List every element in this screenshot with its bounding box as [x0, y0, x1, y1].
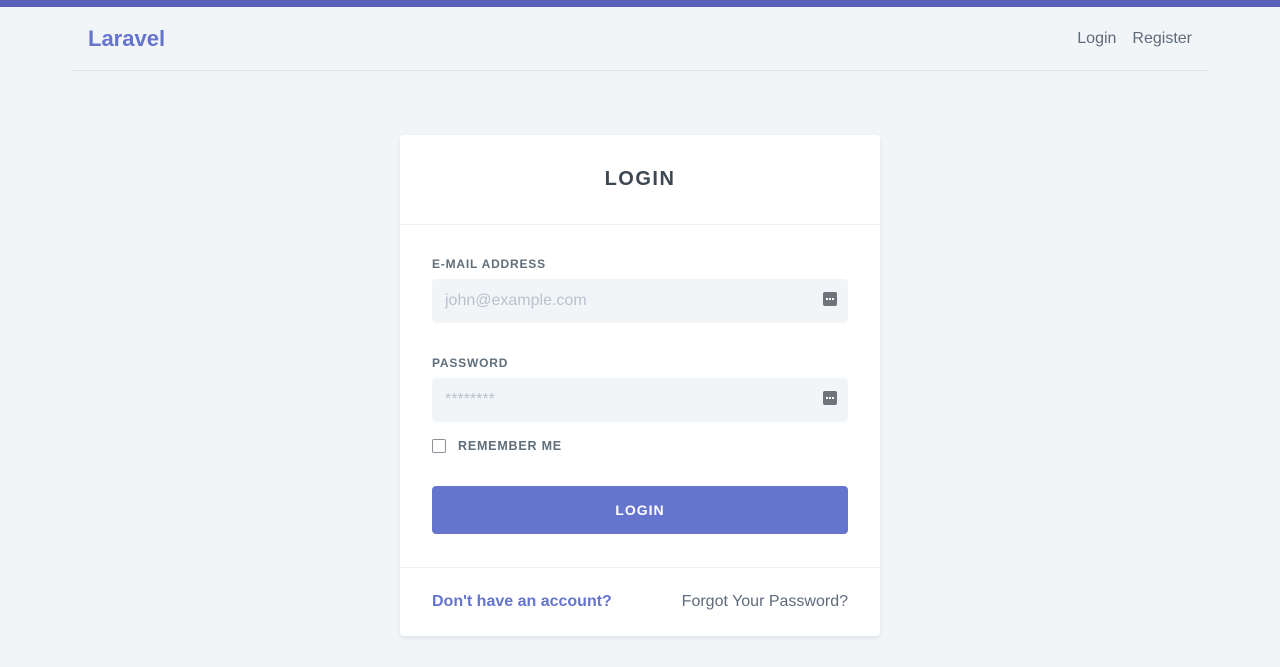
nav-links: Login Register: [1077, 30, 1192, 48]
login-card: LOGIN E-MAIL ADDRESS PASSWORD REMEMBER M…: [400, 135, 880, 636]
card-footer: Don't have an account? Forgot Your Passw…: [400, 567, 880, 636]
password-group: PASSWORD: [432, 356, 848, 422]
password-manager-key-icon[interactable]: [823, 391, 837, 405]
nav-register-link[interactable]: Register: [1132, 30, 1192, 48]
password-manager-key-icon[interactable]: [823, 292, 837, 306]
password-input-wrapper: [432, 378, 848, 422]
card-body: E-MAIL ADDRESS PASSWORD REMEMBER ME LOGI…: [400, 225, 880, 534]
remember-me-row: REMEMBER ME: [432, 439, 848, 453]
nav-login-link[interactable]: Login: [1077, 30, 1116, 48]
email-input-wrapper: [432, 279, 848, 323]
login-submit-button[interactable]: LOGIN: [432, 486, 848, 534]
password-label: PASSWORD: [432, 356, 509, 370]
email-group: E-MAIL ADDRESS: [432, 257, 848, 323]
register-link[interactable]: Don't have an account?: [432, 593, 612, 611]
top-accent-bar: [0, 0, 1280, 7]
page-title: LOGIN: [604, 168, 676, 190]
remember-me-checkbox[interactable]: [432, 439, 446, 453]
password-input[interactable]: [432, 378, 848, 422]
email-label: E-MAIL ADDRESS: [432, 257, 546, 271]
forgot-password-link[interactable]: Forgot Your Password?: [682, 593, 848, 611]
brand-logo-link[interactable]: Laravel: [88, 26, 165, 52]
navbar: Laravel Login Register: [72, 7, 1208, 71]
email-input[interactable]: [432, 279, 848, 323]
card-header: LOGIN: [400, 135, 880, 225]
remember-me-label[interactable]: REMEMBER ME: [458, 439, 562, 453]
